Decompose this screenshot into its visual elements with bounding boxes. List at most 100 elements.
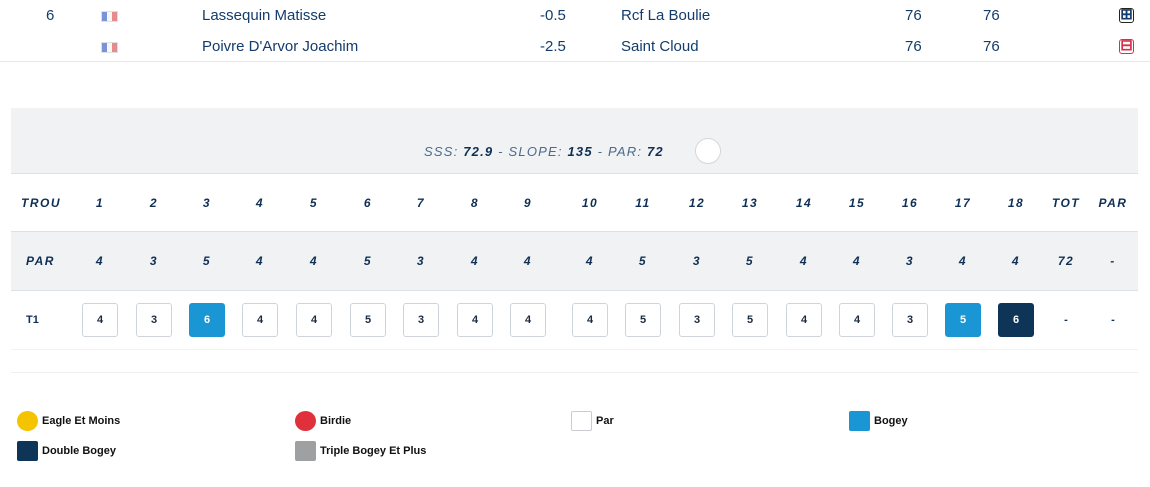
hole-par: 5 [202, 254, 212, 268]
hole-par: 3 [149, 254, 159, 268]
scorecard: SSS: 72.9 - SLOPE: 135 - PAR: 72 TROU 1 2 3… [11, 108, 1138, 350]
legend-label: Bogey [874, 415, 908, 427]
hole-number: 10 [581, 195, 599, 210]
legend-item: Bogey [849, 411, 908, 431]
hole-score-cell: 6 [991, 291, 1041, 349]
hole-score-cell: 3 [885, 291, 935, 349]
hole-number: 4 [255, 195, 265, 210]
hole-number: 6 [363, 195, 373, 210]
legend-swatch-icon [849, 411, 870, 431]
hole-par: 3 [416, 254, 426, 268]
minus-square-icon[interactable]: ⊟ [1119, 38, 1134, 54]
hole-score: 4 [296, 303, 332, 337]
legend-item: Triple Bogey Et Plus [295, 441, 426, 461]
hole-number: 8 [470, 195, 480, 210]
tee-par: - [1111, 314, 1115, 326]
course-info: SSS: 72.9 - SLOPE: 135 - PAR: 72 [11, 108, 1138, 174]
par-label: PAR: [607, 144, 643, 159]
hole-number: 1 [95, 195, 105, 210]
player-handicap: -2.5 [540, 38, 566, 55]
hole-score: 3 [136, 303, 172, 337]
hole-par: 4 [255, 254, 265, 268]
player-row[interactable]: 6 Lassequin Matisse -0.5 Rcf La Boulie 7… [0, 0, 1150, 31]
hole-score: 6 [998, 303, 1034, 337]
hole-par: 3 [905, 254, 915, 268]
legend-item: Eagle Et Moins [17, 411, 120, 431]
hole-score: 3 [403, 303, 439, 337]
slope-label: SLOPE: [508, 144, 563, 159]
player-rank: 6 [46, 7, 55, 24]
hole-number: 14 [795, 195, 813, 210]
legend-label: Birdie [320, 415, 352, 427]
player-name[interactable]: Poivre D'Arvor Joachim [202, 31, 358, 62]
player-club: Rcf La Boulie [621, 7, 711, 24]
player-row[interactable]: Poivre D'Arvor Joachim -2.5 Saint Cloud … [0, 31, 1150, 62]
hole-number: 18 [1007, 195, 1025, 210]
hole-number-row: TROU 1 2 3 4 5 6 7 8 9 10 11 12 13 14 15 16 17 18 TOT PAR [11, 174, 1138, 232]
hole-score-cell: 4 [565, 291, 615, 349]
hole-score: 4 [82, 303, 118, 337]
legend-swatch-icon [17, 441, 38, 461]
hole-score-cell: 4 [75, 291, 125, 349]
legend-item: Double Bogey [17, 441, 116, 461]
legend-swatch-icon [295, 411, 316, 431]
player-club: Saint Cloud [621, 38, 699, 55]
tee-color-circle-icon [695, 138, 721, 164]
hole-number: 2 [149, 195, 159, 210]
hole-par: 4 [309, 254, 319, 268]
hole-par: 3 [692, 254, 702, 268]
hole-score-cell: 5 [938, 291, 988, 349]
slope-value: 135 [567, 144, 593, 159]
hole-number: 12 [688, 195, 706, 210]
plus-square-icon[interactable]: ⊞ [1119, 7, 1134, 23]
hole-score-cell: 4 [289, 291, 339, 349]
player-score-total: 76 [983, 38, 1000, 55]
hole-number: 3 [202, 195, 212, 210]
france-flag-icon [101, 42, 118, 53]
sss-label: SSS: [424, 144, 459, 159]
hole-score: 3 [892, 303, 928, 337]
legend-label: Double Bogey [42, 445, 116, 457]
hole-par: 5 [745, 254, 755, 268]
hole-score-cell: 4 [235, 291, 285, 349]
par-extra: - [1110, 254, 1116, 268]
france-flag-icon [101, 11, 118, 22]
hole-score: 5 [625, 303, 661, 337]
legend-divider [11, 372, 1138, 373]
player-name[interactable]: Lassequin Matisse [202, 0, 326, 31]
hole-score-cell: 3 [396, 291, 446, 349]
legend-item: Par [571, 411, 614, 431]
separator: - [597, 144, 604, 159]
hole-par: 4 [852, 254, 862, 268]
hole-score: 4 [242, 303, 278, 337]
hole-score-cell: 5 [618, 291, 668, 349]
par-header: PAR [1098, 195, 1128, 210]
hole-score-cell: 4 [779, 291, 829, 349]
hole-par: 4 [523, 254, 533, 268]
hole-score-cell: 4 [450, 291, 500, 349]
hole-number: 16 [901, 195, 919, 210]
hole-score: 4 [457, 303, 493, 337]
legend-swatch-icon [571, 411, 592, 431]
tee-total: - [1064, 314, 1068, 326]
hole-number: 15 [848, 195, 866, 210]
player-score-total: 76 [983, 7, 1000, 24]
hole-score: 5 [350, 303, 386, 337]
course-ratings: SSS: 72.9 - SLOPE: 135 - PAR: 72 [424, 144, 664, 159]
legend-swatch-icon [295, 441, 316, 461]
hole-score-cell: 3 [129, 291, 179, 349]
hole-score-cell: 4 [503, 291, 553, 349]
par-value: 72 [646, 144, 664, 159]
hole-number: 9 [523, 195, 533, 210]
hole-score: 6 [189, 303, 225, 337]
hole-score: 4 [786, 303, 822, 337]
hole-score-cell: 5 [725, 291, 775, 349]
hole-score: 4 [510, 303, 546, 337]
total-header: TOT [1051, 195, 1081, 210]
sss-value: 72.9 [463, 144, 494, 159]
player-score-round1: 76 [905, 7, 922, 24]
hole-score: 4 [572, 303, 608, 337]
hole-score-cell: 6 [182, 291, 232, 349]
legend-item: Birdie [295, 411, 351, 431]
hole-par: 4 [1011, 254, 1021, 268]
